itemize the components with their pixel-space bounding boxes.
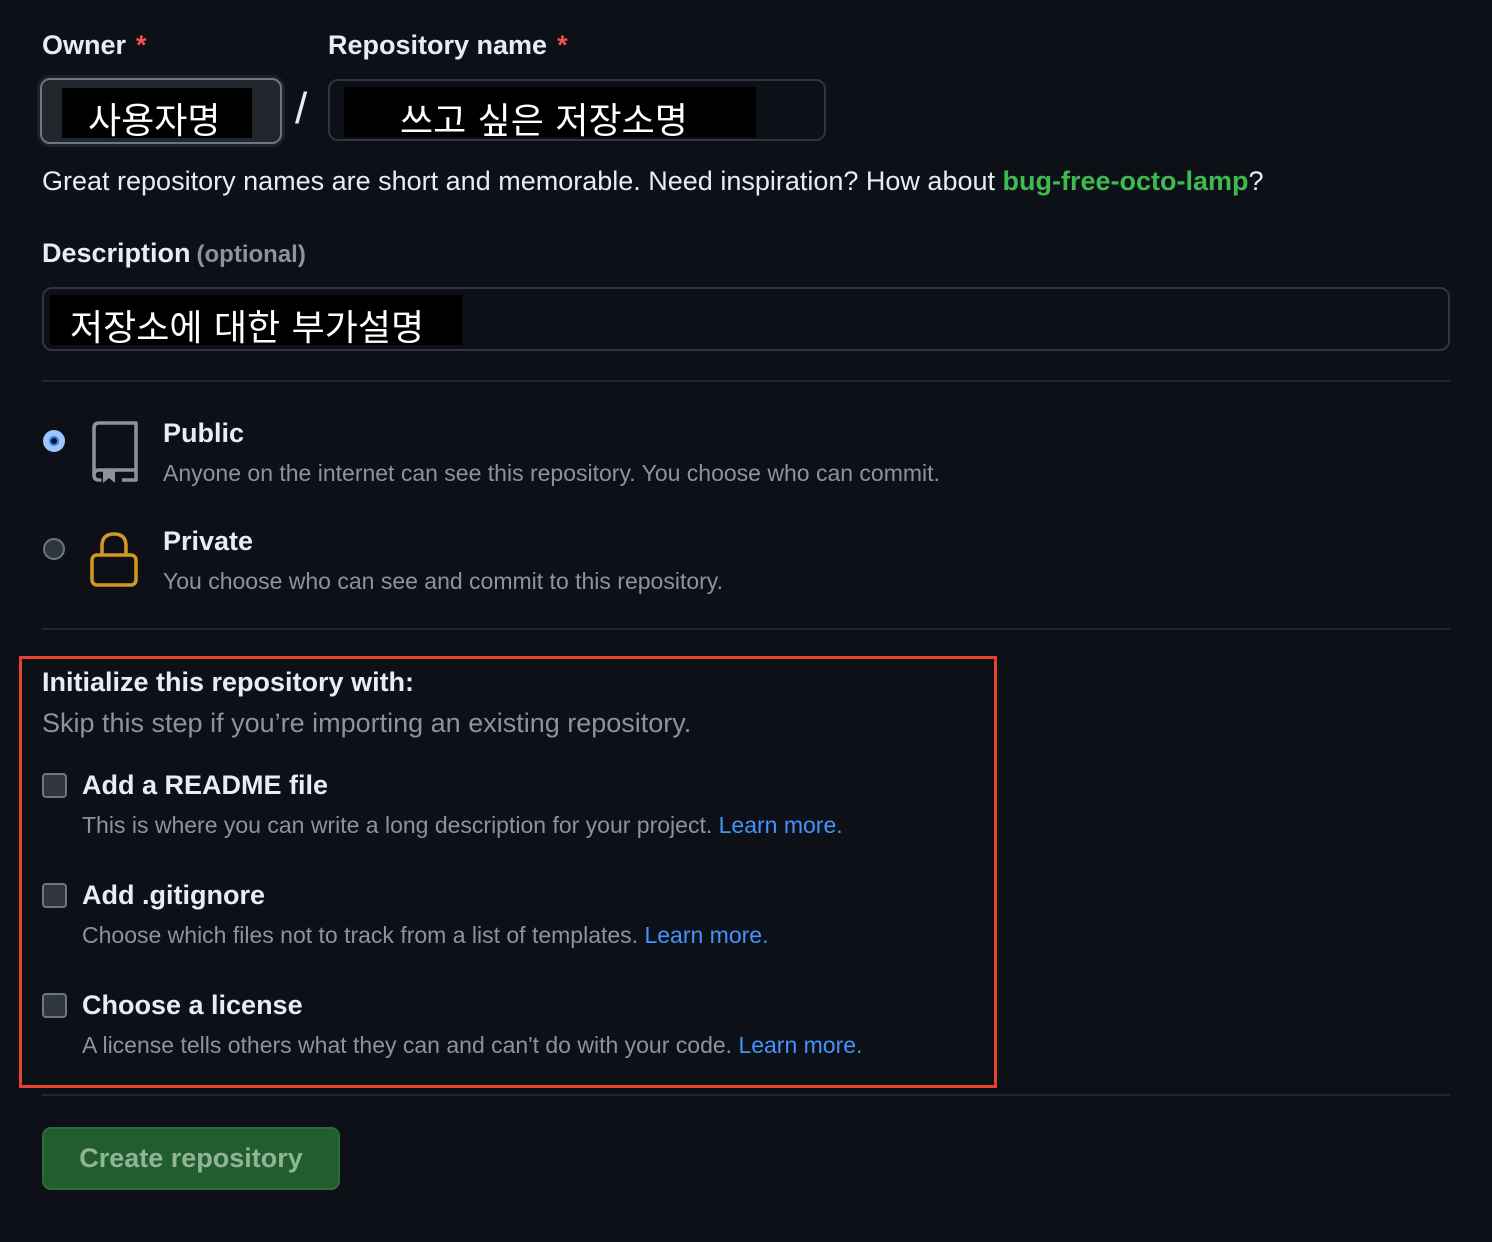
public-radio[interactable] (43, 430, 65, 452)
description-label-text: Description (42, 238, 191, 268)
private-title: Private (163, 526, 254, 556)
repository-name-label-text: Repository name (328, 30, 548, 60)
readme-learn-more-link[interactable]: Learn more. (719, 812, 843, 838)
divider (42, 1094, 1450, 1096)
gitignore-learn-more-link[interactable]: Learn more. (644, 922, 768, 948)
description-label: Description (optional) (42, 238, 306, 269)
owner-label: Owner * (42, 30, 147, 61)
required-mark: * (557, 30, 568, 60)
name-hint-text: Great repository names are short and mem… (42, 166, 1003, 196)
create-repository-button[interactable]: Create repository (42, 1127, 340, 1190)
license-checkbox[interactable] (42, 993, 67, 1018)
required-mark: * (136, 30, 147, 60)
lock-icon (90, 532, 138, 587)
divider (42, 628, 1450, 630)
private-description: You choose who can see and commit to thi… (163, 568, 723, 594)
license-learn-more-link[interactable]: Learn more. (738, 1032, 862, 1058)
readme-description-text: This is where you can write a long descr… (82, 812, 713, 838)
readme-description: This is where you can write a long descr… (82, 812, 843, 839)
initialize-title: Initialize this repository with: (42, 667, 415, 697)
license-title: Choose a license (82, 990, 303, 1020)
owner-value: 사용자명 (88, 101, 221, 142)
name-hint-end: ? (1248, 166, 1264, 196)
owner-label-text: Owner (42, 30, 127, 60)
gitignore-description: Choose which files not to track from a l… (82, 922, 768, 949)
gitignore-checkbox[interactable] (42, 883, 67, 908)
repository-name-value: 쓰고 싶은 저장소명 (400, 101, 688, 142)
name-suggestion[interactable]: bug-free-octo-lamp (1003, 166, 1249, 196)
readme-checkbox[interactable] (42, 773, 67, 798)
gitignore-description-text: Choose which files not to track from a l… (82, 922, 639, 948)
license-description: A license tells others what they can and… (82, 1032, 862, 1059)
gitignore-title: Add .gitignore (82, 880, 265, 910)
license-description-text: A license tells others what they can and… (82, 1032, 733, 1058)
initialize-subtitle: Skip this step if you’re importing an ex… (42, 708, 692, 738)
readme-title: Add a README file (82, 770, 329, 800)
description-value: 저장소에 대한 부가설명 (70, 308, 425, 349)
name-hint: Great repository names are short and mem… (42, 166, 1264, 197)
owner-repo-separator: / (295, 84, 308, 133)
divider (42, 380, 1450, 382)
private-radio[interactable] (43, 538, 65, 560)
repository-name-label: Repository name * (328, 30, 568, 61)
public-description: Anyone on the internet can see this repo… (163, 460, 940, 486)
repo-icon (92, 421, 138, 483)
public-title: Public (163, 418, 245, 448)
optional-tag: (optional) (196, 241, 306, 268)
